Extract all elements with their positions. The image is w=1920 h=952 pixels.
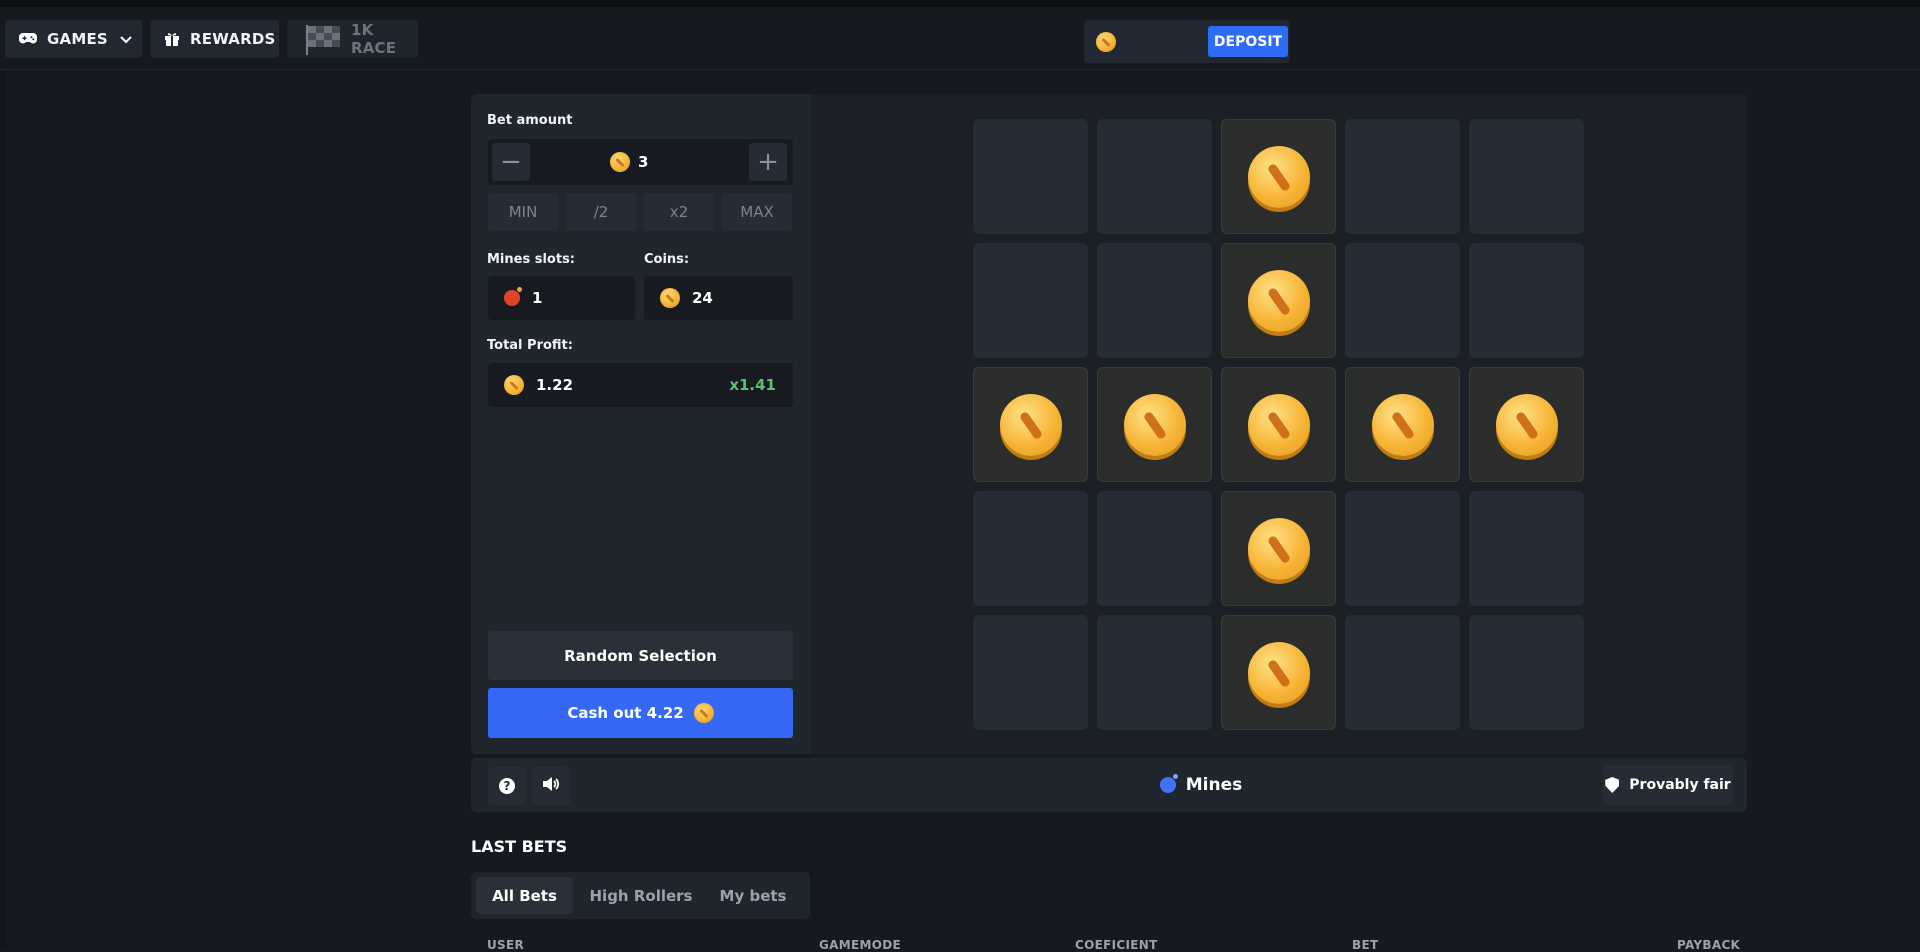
chevron-down-icon xyxy=(120,30,132,48)
grid-tile[interactable] xyxy=(973,367,1088,482)
grid-tile[interactable] xyxy=(1097,615,1212,730)
grid-tile[interactable] xyxy=(1469,615,1584,730)
gold-coin-icon xyxy=(1248,642,1310,704)
grid-tile[interactable] xyxy=(1097,491,1212,606)
half-bet-button[interactable]: /2 xyxy=(566,193,636,231)
race-label: 1K RACE xyxy=(351,21,397,57)
game-title: Mines xyxy=(1051,758,1351,812)
game-title-text: Mines xyxy=(1185,775,1243,795)
deposit-button[interactable]: DEPOSIT xyxy=(1208,26,1288,57)
mines-slots-label: Mines slots: xyxy=(487,252,576,267)
coin-icon xyxy=(1096,32,1116,52)
grid-tile[interactable] xyxy=(1221,615,1336,730)
speaker-icon xyxy=(542,776,560,796)
grid-tile[interactable] xyxy=(1469,491,1584,606)
mines-value: 1 xyxy=(532,289,543,307)
gold-coin-icon xyxy=(1248,270,1310,332)
cash-out-button[interactable]: Cash out 4.22 xyxy=(488,688,793,738)
provably-fair-button[interactable]: Provably fair xyxy=(1603,765,1733,805)
grid-tile[interactable] xyxy=(1221,367,1336,482)
game-footer-bar: ? Mines Provably fair xyxy=(471,758,1747,812)
bet-amount-label: Bet amount xyxy=(487,113,573,128)
profit-value: 1.22 xyxy=(536,376,574,394)
coins-field: 24 xyxy=(644,276,793,320)
grid-tile[interactable] xyxy=(1097,367,1212,482)
profit-multiplier: x1.41 xyxy=(729,376,776,394)
grid-tile[interactable] xyxy=(1221,119,1336,234)
grid-tile[interactable] xyxy=(1345,615,1460,730)
checkered-flag-icon xyxy=(301,25,345,55)
left-edge xyxy=(0,71,7,950)
tab-high-rollers[interactable]: High Rollers xyxy=(586,877,696,914)
grid-tile[interactable] xyxy=(1097,243,1212,358)
grid-tile[interactable] xyxy=(1345,367,1460,482)
wallet-widget: DEPOSIT xyxy=(1084,20,1290,63)
grid-tile[interactable] xyxy=(973,615,1088,730)
grid-tile[interactable] xyxy=(973,119,1088,234)
gold-coin-icon xyxy=(1372,394,1434,456)
games-menu-button[interactable]: GAMES xyxy=(5,20,142,58)
race-button[interactable]: 1K RACE xyxy=(287,20,418,58)
grid-tile[interactable] xyxy=(1221,243,1336,358)
top-edge xyxy=(0,0,1920,7)
total-profit-label: Total Profit: xyxy=(487,338,573,353)
gold-coin-icon xyxy=(1248,518,1310,580)
last-bets-title: LAST BETS xyxy=(471,837,568,856)
grid-tile[interactable] xyxy=(1345,119,1460,234)
coin-icon xyxy=(660,288,680,308)
bomb-icon xyxy=(1159,774,1178,793)
min-bet-button[interactable]: MIN xyxy=(488,193,558,231)
bet-value-text: 3 xyxy=(638,153,649,171)
last-bets-tabs: All Bets High Rollers My bets xyxy=(471,872,810,919)
max-bet-button[interactable]: MAX xyxy=(722,193,792,231)
sound-button[interactable] xyxy=(532,767,570,805)
decrease-bet-button[interactable]: − xyxy=(492,143,530,181)
tab-all-bets[interactable]: All Bets xyxy=(476,877,573,914)
grid-tile[interactable] xyxy=(1469,243,1584,358)
gold-coin-icon xyxy=(1000,394,1062,456)
grid-tile[interactable] xyxy=(1097,119,1212,234)
help-button[interactable]: ? xyxy=(488,767,526,805)
coins-label: Coins: xyxy=(644,252,690,267)
gamepad-icon xyxy=(19,30,37,48)
question-icon: ? xyxy=(499,778,515,794)
games-label: GAMES xyxy=(47,30,108,48)
grid-tile[interactable] xyxy=(1469,367,1584,482)
mines-slots-field[interactable]: 1 xyxy=(488,276,635,320)
coins-value: 24 xyxy=(692,289,713,307)
gold-coin-icon xyxy=(1248,394,1310,456)
provably-fair-label: Provably fair xyxy=(1629,777,1731,793)
coin-icon xyxy=(693,703,714,723)
grid-tile[interactable] xyxy=(1221,491,1336,606)
top-bar: GAMES REWARDS 1K RACE DEPOSIT xyxy=(0,7,1920,70)
bet-amount-value[interactable]: 3 xyxy=(610,139,648,185)
gold-coin-icon xyxy=(1496,394,1558,456)
rewards-button[interactable]: REWARDS xyxy=(150,20,279,58)
cash-out-label: Cash out 4.22 xyxy=(567,704,684,722)
random-selection-button[interactable]: Random Selection xyxy=(488,631,793,680)
rewards-label: REWARDS xyxy=(190,30,276,48)
gold-coin-icon xyxy=(1248,146,1310,208)
grid-tile[interactable] xyxy=(973,491,1088,606)
bomb-icon xyxy=(504,287,522,306)
grid-tile[interactable] xyxy=(1469,119,1584,234)
grid-tile[interactable] xyxy=(1345,491,1460,606)
double-bet-button[interactable]: x2 xyxy=(644,193,714,231)
gold-coin-icon xyxy=(1124,394,1186,456)
coin-icon xyxy=(504,375,524,395)
coin-icon xyxy=(610,152,630,172)
total-profit-field: 1.22 x1.41 xyxy=(488,363,793,407)
increase-bet-button[interactable]: + xyxy=(749,143,787,181)
gift-icon xyxy=(164,30,180,48)
grid-tile[interactable] xyxy=(1345,243,1460,358)
grid-tile[interactable] xyxy=(973,243,1088,358)
shield-icon xyxy=(1605,777,1620,793)
bet-amount-field: − 3 + xyxy=(488,139,793,185)
tab-my-bets[interactable]: My bets xyxy=(705,877,801,914)
